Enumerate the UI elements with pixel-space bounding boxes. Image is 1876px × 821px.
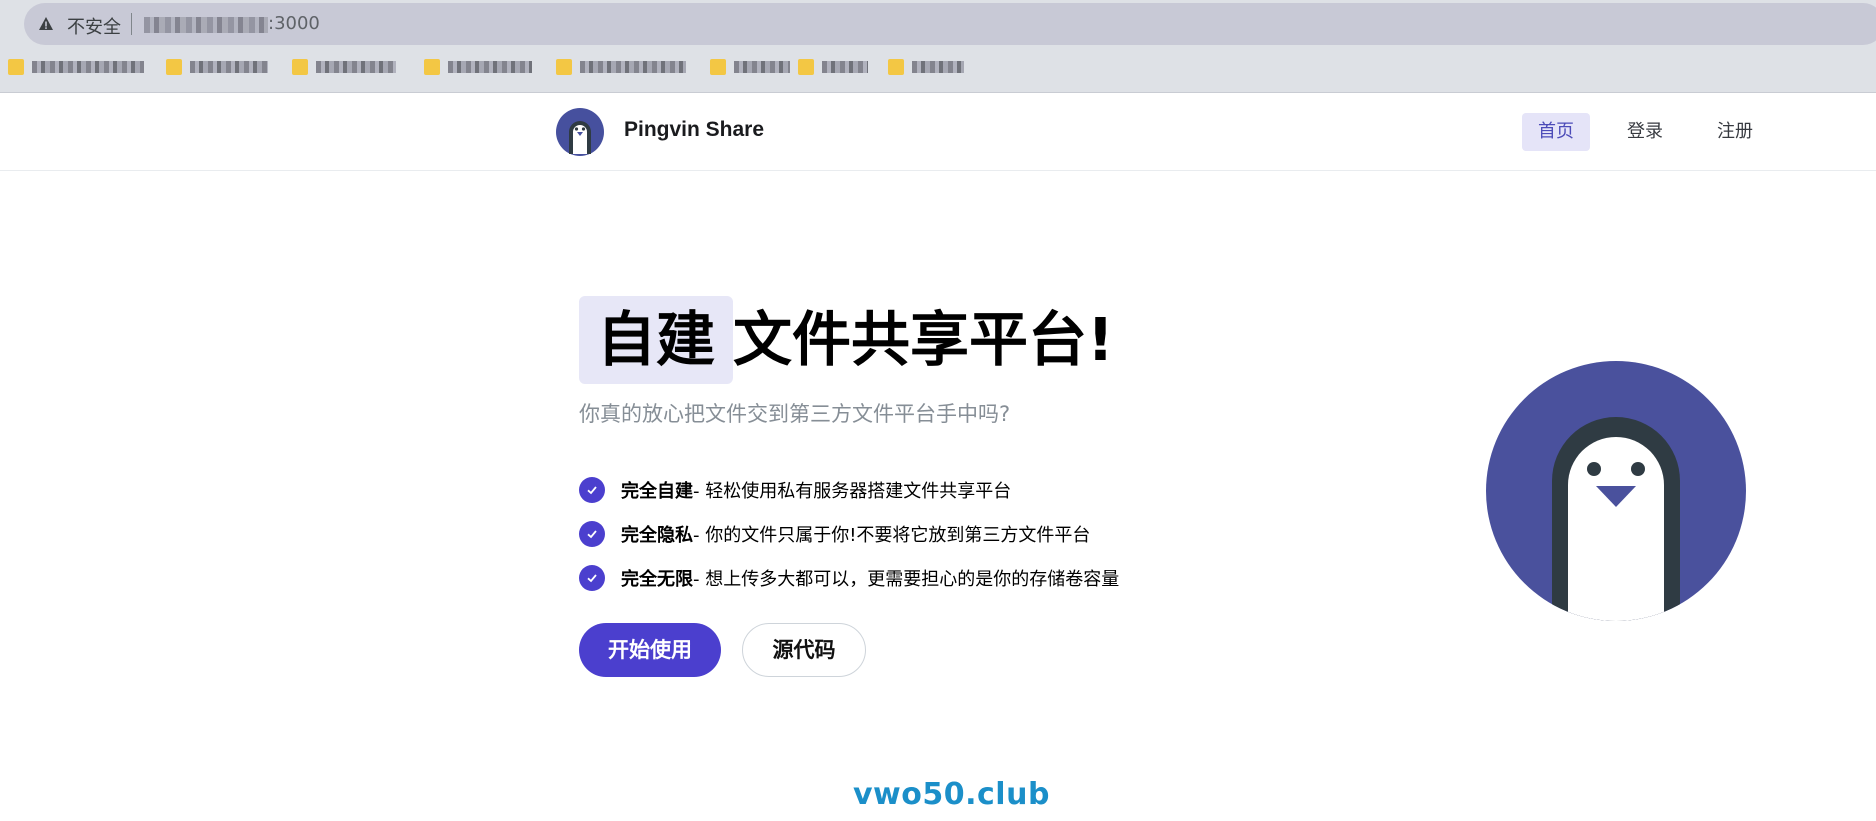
bookmark-item[interactable] <box>888 56 964 78</box>
list-item: 完全无限 - 想上传多大都可以，更需要担心的是你的存储卷容量 <box>579 556 1119 600</box>
hero-title-highlight: 自建 <box>579 296 734 384</box>
folder-icon <box>8 59 24 75</box>
feature-desc: - 想上传多大都可以，更需要担心的是你的存储卷容量 <box>693 569 1120 590</box>
feature-title: 完全自建 <box>621 481 693 502</box>
bookmarks-bar <box>0 50 1876 86</box>
bookmark-item[interactable] <box>710 56 790 78</box>
feature-desc: - 你的文件只属于你!不要将它放到第三方文件平台 <box>693 525 1091 546</box>
address-bar[interactable]: 不安全 :3000 <box>24 3 1876 45</box>
check-icon <box>579 477 605 503</box>
warning-triangle-icon <box>39 17 53 30</box>
folder-icon <box>424 59 440 75</box>
list-item: 完全隐私 - 你的文件只属于你!不要将它放到第三方文件平台 <box>579 512 1119 556</box>
brand-name[interactable]: Pingvin Share <box>624 118 764 142</box>
hero-subtitle: 你真的放心把文件交到第三方文件平台手中吗? <box>579 402 1011 426</box>
bookmark-item[interactable] <box>798 56 868 78</box>
bookmark-item[interactable] <box>556 56 686 78</box>
check-icon <box>579 565 605 591</box>
folder-icon <box>798 59 814 75</box>
browser-chrome: 不安全 :3000 <box>0 0 1876 93</box>
bookmark-item[interactable] <box>424 56 532 78</box>
feature-title: 完全隐私 <box>621 525 693 546</box>
source-code-button[interactable]: 源代码 <box>742 623 866 677</box>
get-started-button[interactable]: 开始使用 <box>579 623 721 677</box>
bookmark-item[interactable] <box>8 56 144 78</box>
address-separator <box>131 13 132 35</box>
bookmark-item[interactable] <box>292 56 396 78</box>
bookmark-item[interactable] <box>166 56 268 78</box>
watermark: vwo50.club <box>853 777 1050 812</box>
feature-title: 完全无限 <box>621 569 693 590</box>
nav-home[interactable]: 首页 <box>1522 113 1590 151</box>
penguin-illustration-icon <box>1486 361 1746 621</box>
hero-title: 自建 文件共享平台! <box>579 296 1114 384</box>
hero-title-rest: 文件共享平台! <box>733 305 1114 374</box>
folder-icon <box>710 59 726 75</box>
nav-login[interactable]: 登录 <box>1610 113 1680 151</box>
url-port[interactable]: :3000 <box>268 13 320 34</box>
feature-list: 完全自建 - 轻松使用私有服务器搭建文件共享平台 完全隐私 - 你的文件只属于你… <box>579 468 1119 600</box>
penguin-logo-icon[interactable] <box>556 108 604 156</box>
folder-icon <box>888 59 904 75</box>
list-item: 完全自建 - 轻松使用私有服务器搭建文件共享平台 <box>579 468 1119 512</box>
folder-icon <box>166 59 182 75</box>
security-label[interactable]: 不安全 <box>67 13 121 39</box>
site-header: Pingvin Share 首页 登录 注册 <box>0 93 1876 171</box>
nav-signup[interactable]: 注册 <box>1700 113 1770 151</box>
check-icon <box>579 521 605 547</box>
blurred-host <box>144 17 268 33</box>
feature-desc: - 轻松使用私有服务器搭建文件共享平台 <box>693 481 1012 502</box>
folder-icon <box>292 59 308 75</box>
folder-icon <box>556 59 572 75</box>
